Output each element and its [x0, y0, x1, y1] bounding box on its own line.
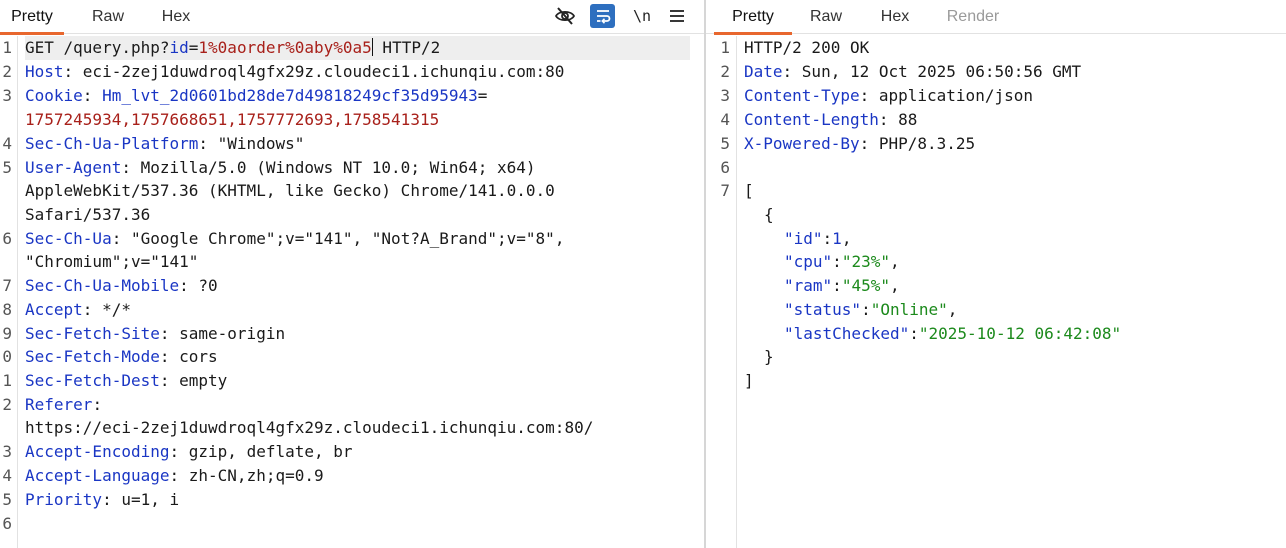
request-line-wrap[interactable]: AppleWebKit/537.36 (KHTML, like Gecko) C… [25, 179, 704, 203]
request-line[interactable]: Referer: [25, 393, 704, 417]
request-line-wrap[interactable]: Safari/537.36 [25, 203, 704, 227]
response-header[interactable]: Content-Type: application/json [744, 84, 1286, 108]
request-line[interactable]: Host: eci-2zej1duwdroql4gfx29z.cloudeci1… [25, 60, 704, 84]
line-number: 7 [2, 276, 12, 295]
response-header[interactable]: Date: Sun, 12 Oct 2025 06:50:56 GMT [744, 60, 1286, 84]
json-field[interactable]: "status":"Online", [744, 298, 1286, 322]
eye-slash-icon[interactable] [553, 4, 577, 28]
response-editor[interactable]: 1 2 3 4 5 6 7 HTTP/2 200 OK Date: Sun, 1… [706, 36, 1286, 548]
request-line[interactable]: Cookie: Hm_lvt_2d0601bd28de7d49818249cf3… [25, 84, 704, 108]
request-pane: Pretty Raw Hex \n 1 2 3 4 5 6 7 8 9 0 1 … [0, 0, 704, 548]
request-line[interactable] [25, 512, 704, 536]
request-line-gutter: 1 2 3 4 5 6 7 8 9 0 1 2 3 4 5 6 [0, 36, 18, 548]
request-line[interactable]: User-Agent: Mozilla/5.0 (Windows NT 10.0… [25, 156, 704, 180]
line-number: 5 [720, 134, 730, 153]
response-status-line[interactable]: HTTP/2 200 OK [744, 36, 1286, 60]
request-line[interactable]: Accept: */* [25, 298, 704, 322]
line-number: 4 [720, 110, 730, 129]
line-number: 1 [2, 38, 12, 57]
request-tab-pretty[interactable]: Pretty [0, 0, 64, 35]
request-line[interactable]: Accept-Language: zh-CN,zh;q=0.9 [25, 464, 704, 488]
line-number: 2 [2, 62, 12, 81]
response-header[interactable]: X-Powered-By: PHP/8.3.25 [744, 132, 1286, 156]
request-line[interactable]: Sec-Ch-Ua-Platform: "Windows" [25, 132, 704, 156]
request-tab-hex[interactable]: Hex [150, 0, 202, 34]
request-tabbar: Pretty Raw Hex \n [0, 0, 704, 35]
line-number: 0 [2, 347, 12, 366]
request-line[interactable]: Sec-Ch-Ua: "Google Chrome";v="141", "Not… [25, 227, 704, 251]
line-number: 5 [2, 158, 12, 177]
json-close-brace[interactable]: } [744, 345, 1286, 369]
request-line[interactable]: Sec-Ch-Ua-Mobile: ?0 [25, 274, 704, 298]
response-tab-render[interactable]: Render [938, 0, 1008, 34]
request-line[interactable]: GET /query.php?id=1%0aorder%0aby%0a5 HTT… [25, 36, 690, 60]
request-editor[interactable]: 1 2 3 4 5 6 7 8 9 0 1 2 3 4 5 6 GET /que… [0, 36, 704, 548]
hamburger-menu-icon[interactable] [666, 4, 688, 28]
request-line[interactable]: Accept-Encoding: gzip, deflate, br [25, 440, 704, 464]
line-number: 1 [720, 38, 730, 57]
line-number: 3 [2, 86, 12, 105]
line-number: 6 [2, 514, 12, 533]
json-field[interactable]: "ram":"45%", [744, 274, 1286, 298]
request-line[interactable]: Sec-Fetch-Site: same-origin [25, 322, 704, 346]
json-close-bracket[interactable]: ] [744, 369, 1286, 393]
newline-toggle-label: \n [632, 7, 652, 25]
line-number: 6 [720, 158, 730, 177]
json-field[interactable]: "id":1, [744, 227, 1286, 251]
response-tab-raw[interactable]: Raw [800, 0, 852, 34]
newline-toggle-button[interactable]: \n [630, 4, 654, 28]
word-wrap-icon[interactable] [590, 4, 615, 28]
request-line[interactable]: Priority: u=1, i [25, 488, 704, 512]
request-line-wrap[interactable]: "Chromium";v="141" [25, 250, 704, 274]
response-tabbar: Pretty Raw Hex Render [706, 0, 1286, 35]
line-number: 2 [2, 395, 12, 414]
line-number: 6 [2, 229, 12, 248]
line-number: 8 [2, 300, 12, 319]
response-header[interactable]: Content-Length: 88 [744, 108, 1286, 132]
request-line-wrap[interactable]: 1757245934,1757668651,1757772693,1758541… [25, 108, 704, 132]
line-number: 3 [720, 86, 730, 105]
json-field[interactable]: "lastChecked":"2025-10-12 06:42:08" [744, 322, 1286, 346]
line-number: 4 [2, 466, 12, 485]
request-text[interactable]: GET /query.php?id=1%0aorder%0aby%0a5 HTT… [25, 36, 704, 548]
request-line-wrap[interactable]: https://eci-2zej1duwdroql4gfx29z.cloudec… [25, 416, 704, 440]
response-text[interactable]: HTTP/2 200 OK Date: Sun, 12 Oct 2025 06:… [744, 36, 1286, 548]
response-line-gutter: 1 2 3 4 5 6 7 [706, 36, 737, 548]
json-open-bracket[interactable]: [ [744, 179, 1286, 203]
line-number: 7 [720, 181, 730, 200]
line-number: 4 [2, 134, 12, 153]
line-number: 1 [2, 371, 12, 390]
response-tab-pretty[interactable]: Pretty [714, 0, 792, 35]
line-number: 9 [2, 324, 12, 343]
request-line[interactable]: Sec-Fetch-Mode: cors [25, 345, 704, 369]
line-number: 2 [720, 62, 730, 81]
json-open-brace[interactable]: { [744, 203, 1286, 227]
request-line[interactable]: Sec-Fetch-Dest: empty [25, 369, 704, 393]
request-tab-raw[interactable]: Raw [80, 0, 136, 34]
line-number: 3 [2, 442, 12, 461]
response-tab-hex[interactable]: Hex [870, 0, 920, 34]
line-number: 5 [2, 490, 12, 509]
json-field[interactable]: "cpu":"23%", [744, 250, 1286, 274]
response-pane: Pretty Raw Hex Render 1 2 3 4 5 6 7 HTTP… [706, 0, 1286, 548]
